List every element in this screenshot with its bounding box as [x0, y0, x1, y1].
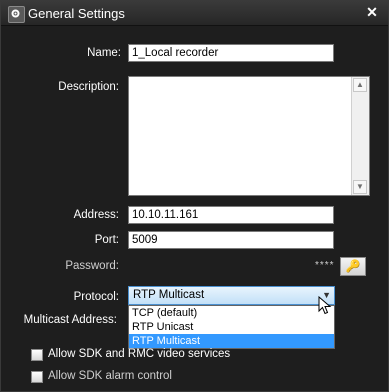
sdk-rmc-checkbox[interactable] [31, 349, 43, 361]
password-mask: **** [315, 260, 335, 271]
protocol-option-rtp-unicast[interactable]: RTP Unicast [129, 320, 334, 334]
port-input[interactable]: 5009 [128, 231, 334, 249]
address-label: Address: [73, 209, 119, 221]
gear-icon [8, 6, 25, 23]
description-scrollbar[interactable]: ▲ ▼ [351, 77, 369, 195]
description-textarea[interactable]: ▲ ▼ [128, 76, 370, 196]
protocol-selected-value: RTP Multicast [133, 289, 205, 301]
protocol-dropdown: TCP (default) RTP Unicast RTP Multicast [128, 305, 335, 349]
close-icon[interactable]: ✕ [364, 4, 380, 20]
sdk-alarm-checkbox[interactable] [31, 371, 43, 383]
sdk-rmc-label: Allow SDK and RMC video services [48, 348, 231, 360]
description-label: Description: [58, 81, 119, 93]
password-button[interactable]: 🔑 [340, 257, 366, 276]
key-icon: 🔑 [345, 259, 361, 273]
dialog-title: General Settings [28, 6, 125, 21]
scroll-up-icon[interactable]: ▲ [353, 78, 367, 92]
protocol-label: Protocol: [73, 291, 119, 303]
multicast-address-label: Multicast Address: [23, 314, 117, 326]
name-label: Name: [87, 47, 121, 59]
sdk-alarm-label: Allow SDK alarm control [48, 370, 172, 382]
name-input[interactable]: 1_Local recorder [128, 44, 334, 62]
mouse-cursor-icon [318, 296, 332, 315]
scroll-down-icon[interactable]: ▼ [353, 180, 367, 194]
title-bar: General Settings ✕ [1, 1, 388, 26]
protocol-option-tcp[interactable]: TCP (default) [129, 306, 334, 320]
protocol-select[interactable]: RTP Multicast ▼ [128, 286, 335, 305]
port-label: Port: [94, 234, 119, 246]
password-label: Password: [65, 260, 119, 272]
protocol-option-rtp-multicast[interactable]: RTP Multicast [129, 334, 334, 348]
general-settings-dialog: General Settings ✕ Name: 1_Local recorde… [0, 0, 389, 392]
address-input[interactable]: 10.10.11.161 [128, 206, 334, 224]
